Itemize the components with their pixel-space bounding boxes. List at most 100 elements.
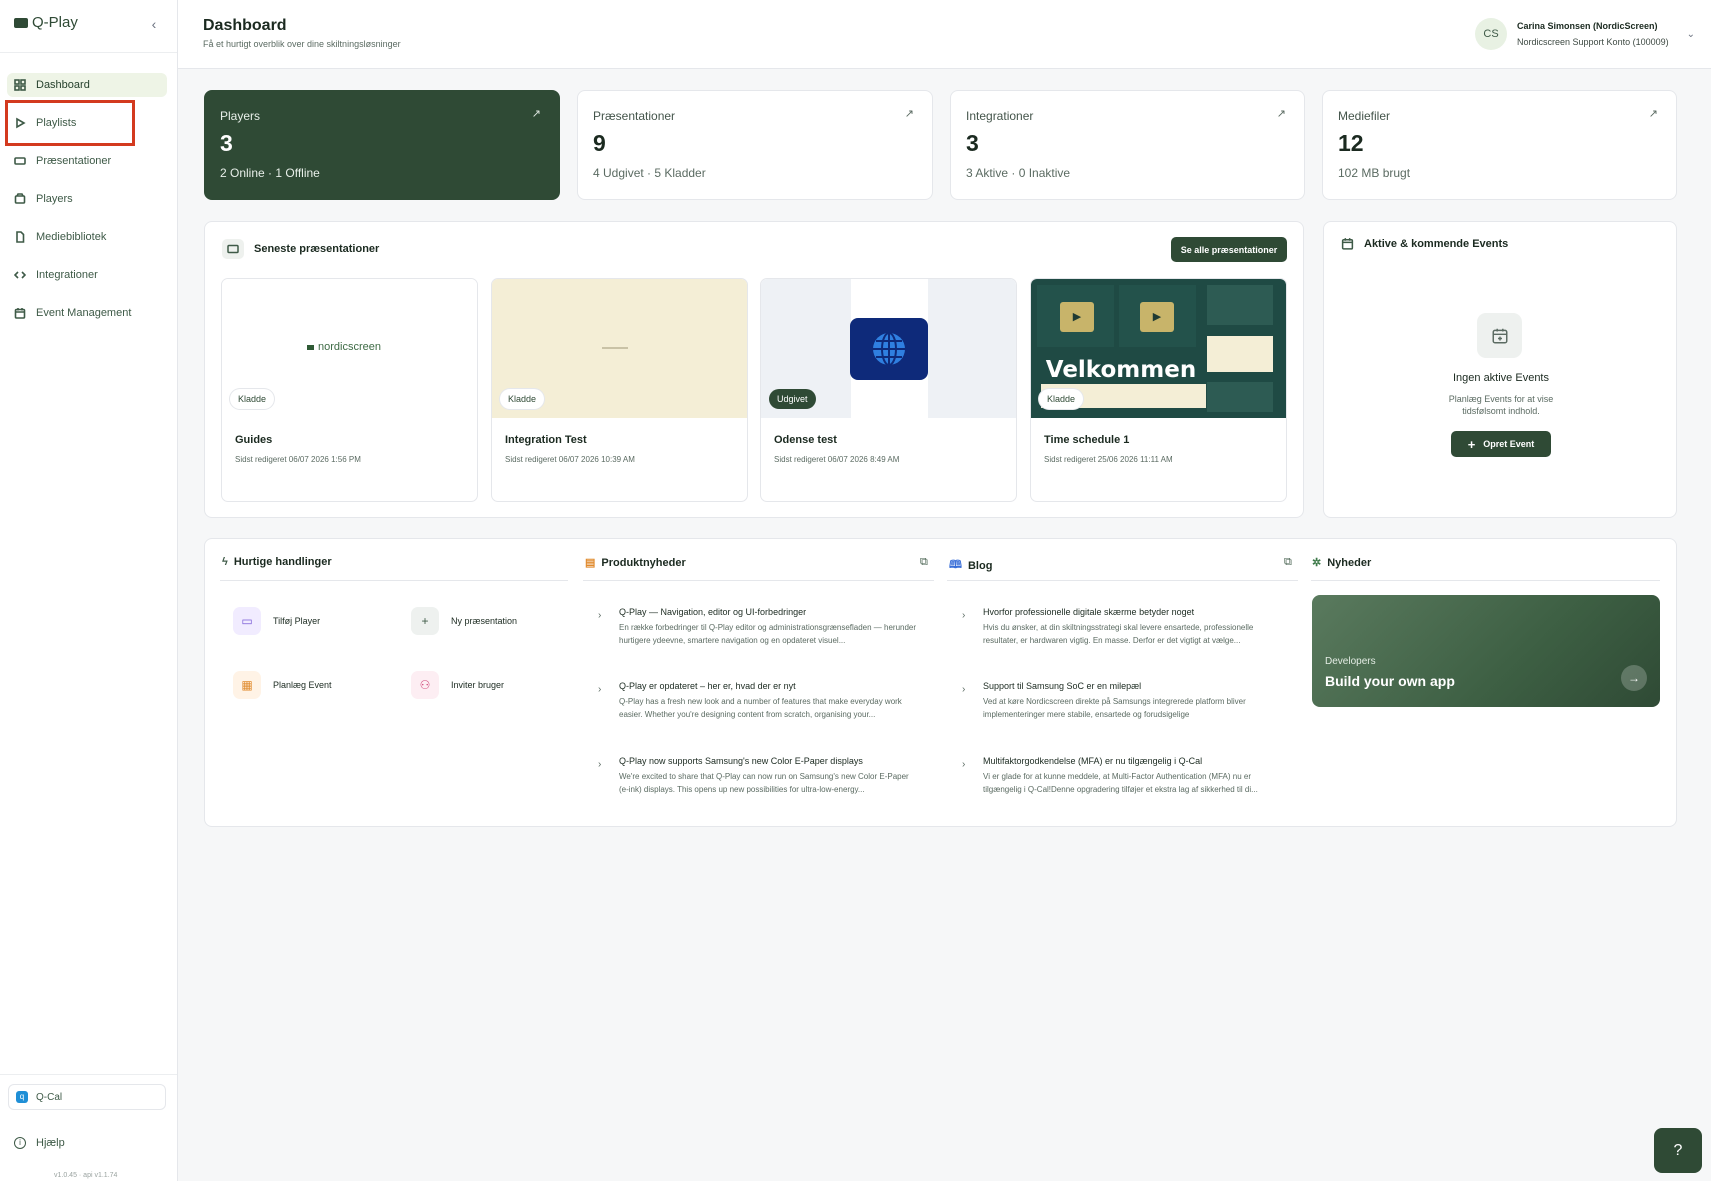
recent-presentations-title: Seneste præsentationer [222, 239, 379, 259]
stat-card-players[interactable]: Players 3 2 Online · 1 Offline ↗ [204, 90, 560, 200]
qcal-label: Q-Cal [36, 1091, 63, 1103]
divider [1311, 580, 1660, 581]
stat-sub: 3 Aktive · 0 Inaktive [966, 166, 1071, 180]
help-chat-button[interactable]: ? [1654, 1128, 1702, 1173]
video-tile: ▶ [1037, 285, 1114, 347]
news-title: Q-Play now supports Samsung's new Color … [619, 756, 863, 766]
presentation-date: Sidst redigeret 06/07 2026 10:39 AM [505, 455, 635, 464]
calendar-icon [14, 307, 26, 319]
sidebar: Q-Play ‹ Dashboard Playlists Præsentatio… [0, 0, 178, 1181]
sidebar-item-label: Dashboard [36, 79, 90, 91]
stat-value: 3 [966, 130, 979, 156]
logo-mark-icon [307, 344, 314, 350]
version-text: v1.0.45 · api v1.1.74 [54, 1172, 118, 1179]
calendar-plus-icon [1477, 313, 1522, 358]
new-presentation-action[interactable]: + Ny præsentation [411, 607, 517, 635]
stat-label: Mediefiler [1338, 109, 1391, 123]
monitor-icon: ▭ [233, 607, 261, 635]
empty-state-title: Ingen aktive Events [1452, 372, 1549, 384]
news-description: Q-Play has a fresh new look and a number… [619, 697, 902, 719]
stat-sub: 102 MB brugt [1338, 166, 1411, 180]
screen-icon [14, 155, 26, 167]
presentation-title: Guides [235, 434, 273, 446]
thumb-headline: Velkommen [1045, 357, 1197, 383]
news-title: Q-Play er opdateret – her er, hvad der e… [619, 681, 796, 691]
page-subtitle: Få et hurtigt overblik over dine skiltni… [203, 39, 401, 49]
blog-description: Hvis du ønsker, at din skiltningsstrateg… [983, 623, 1254, 645]
invite-user-action[interactable]: ⚇ Inviter bruger [411, 671, 504, 699]
help-label: Hjælp [36, 1137, 65, 1149]
thumb-tile [1207, 285, 1273, 325]
section-title: Blog [967, 559, 993, 572]
plus-icon: + [1467, 436, 1476, 452]
chevron-right-icon: › [962, 610, 966, 621]
see-all-presentations-button[interactable]: Se alle præsentationer [1171, 237, 1287, 262]
stat-value: 12 [1338, 130, 1364, 156]
blog-description: Ved at køre Nordicscreen direkte på Sams… [983, 697, 1246, 719]
presentation-card[interactable]: nordicscreen Kladde Guides Sidst rediger… [221, 278, 478, 502]
external-link-icon[interactable]: ⧉ [1284, 556, 1292, 569]
blog-title: Support til Samsung SoC er en milepæl [983, 681, 1142, 691]
stat-sub: 2 Online · 1 Offline [220, 166, 320, 180]
create-event-button[interactable]: + Opret Event [1451, 431, 1551, 457]
sidebar-item-praesentationer[interactable]: Præsentationer [7, 149, 167, 173]
sidebar-item-players[interactable]: Players [7, 187, 167, 211]
sparkles-icon: ✲ [1312, 557, 1322, 569]
stat-card-integrationer[interactable]: Integrationer 3 3 Aktive · 0 Inaktive ↗ [950, 90, 1305, 200]
chevron-right-icon: › [598, 759, 602, 770]
arrow-right-icon[interactable]: → [1621, 665, 1647, 691]
card-label: Developers [1325, 656, 1376, 667]
sidebar-item-mediebibliotek[interactable]: Mediebibliotek [7, 225, 167, 249]
presentation-card[interactable]: Kladde Integration Test Sidst redigeret … [491, 278, 748, 502]
divider [0, 52, 177, 53]
arrow-up-right-icon: ↗ [1276, 108, 1286, 120]
action-label: Ny præsentation [451, 616, 518, 626]
quick-actions-title: ϟ Hurtige handlinger [222, 556, 332, 568]
status-badge: Kladde [1039, 389, 1084, 409]
user-menu[interactable]: CS Carina Simonsen (NordicScreen) Nordic… [1475, 18, 1695, 50]
card-title: Build your own app [1325, 673, 1455, 689]
divider [947, 580, 1298, 581]
thumb-tile [1207, 382, 1273, 412]
button-label: Opret Event [1483, 439, 1535, 449]
stat-card-praesentationer[interactable]: Præsentationer 9 4 Udgivet · 5 Kladder ↗ [577, 90, 933, 200]
developers-card[interactable]: Developers Build your own app → [1312, 595, 1660, 707]
play-icon: ▶ [1060, 302, 1094, 332]
globe-icon [850, 318, 928, 380]
presentation-card[interactable]: Udgivet Odense test Sidst redigeret 06/0… [760, 278, 1017, 502]
globe-graphic [873, 332, 905, 366]
presentation-card[interactable]: ▶ ▶ Velkommen Kladde Time schedule 1 Sid… [1030, 278, 1287, 502]
nyheder-title: ✲ Nyheder [1312, 556, 1371, 570]
users-icon: ⚇ [411, 671, 439, 699]
help-link[interactable]: i Hjælp [14, 1137, 65, 1149]
sidebar-item-event-management[interactable]: Event Management [7, 301, 167, 325]
divider [220, 580, 568, 581]
file-icon [14, 231, 26, 243]
external-link-icon[interactable]: ⧉ [920, 556, 928, 569]
plan-event-action[interactable]: ▦ Planlæg Event [233, 671, 332, 699]
thumb-tiny-text-mark [602, 347, 628, 349]
nordicscreen-logo: nordicscreen [307, 341, 381, 353]
collapse-sidebar-chevron-icon[interactable]: ‹ [146, 16, 162, 32]
sidebar-item-dashboard[interactable]: Dashboard [7, 73, 167, 97]
chevron-right-icon: › [598, 610, 602, 621]
sidebar-item-label: Event Management [36, 307, 132, 319]
chevron-right-icon: › [962, 684, 966, 695]
player-device-icon [14, 193, 26, 205]
plus-icon: + [411, 607, 439, 635]
play-icon: ▶ [1140, 302, 1174, 332]
avatar: CS [1475, 18, 1508, 50]
stat-value: 3 [220, 130, 233, 156]
sidebar-item-label: Præsentationer [36, 155, 112, 167]
thumb-tile [1207, 336, 1273, 372]
chevron-right-icon: › [962, 759, 966, 770]
presentation-date: Sidst redigeret 25/06 2026 11:11 AM [1044, 455, 1173, 464]
sidebar-item-label: Players [36, 193, 73, 205]
add-player-action[interactable]: ▭ Tilføj Player [233, 607, 320, 635]
sidebar-item-integrationer[interactable]: Integrationer [7, 263, 167, 287]
stat-card-mediefiler[interactable]: Mediefiler 12 102 MB brugt ↗ [1322, 90, 1677, 200]
sidebar-item-label: Integrationer [36, 269, 98, 281]
chevron-right-icon: › [598, 684, 602, 695]
app-logo[interactable]: Q-Play [14, 14, 78, 31]
qcal-switch-button[interactable]: q Q-Cal [8, 1084, 166, 1110]
